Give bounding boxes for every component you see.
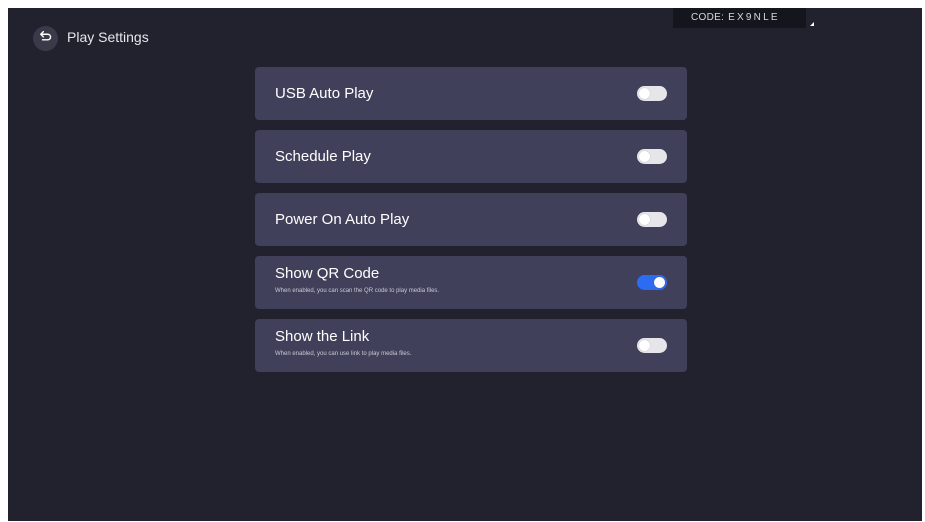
toggle-knob <box>654 277 665 288</box>
show-the-link-toggle[interactable] <box>637 338 667 353</box>
setting-show-the-link[interactable]: Show the Link When enabled, you can use … <box>255 319 687 372</box>
toggle-knob <box>639 340 650 351</box>
setting-description: When enabled, you can use link to play m… <box>275 351 412 357</box>
setting-label: Show QR Code <box>275 265 380 282</box>
power-on-auto-play-toggle[interactable] <box>637 212 667 227</box>
code-value: EX9NLE <box>728 12 780 23</box>
toggle-knob <box>639 151 650 162</box>
setting-description: When enabled, you can scan the QR code t… <box>275 288 440 294</box>
usb-auto-play-toggle[interactable] <box>637 86 667 101</box>
settings-list: USB Auto Play Schedule Play Power On Aut… <box>255 67 687 382</box>
schedule-play-toggle[interactable] <box>637 149 667 164</box>
corner-mark-icon <box>810 22 814 26</box>
back-arrow-icon <box>39 29 53 48</box>
show-qr-code-toggle[interactable] <box>637 275 667 290</box>
setting-label: USB Auto Play <box>275 85 374 102</box>
setting-usb-auto-play[interactable]: USB Auto Play <box>255 67 687 120</box>
setting-show-qr-code[interactable]: Show QR Code When enabled, you can scan … <box>255 256 687 309</box>
setting-label: Show the Link <box>275 328 370 345</box>
code-prefix: CODE: <box>691 12 725 23</box>
setting-label: Power On Auto Play <box>275 211 410 228</box>
code-badge: CODE: EX9NLE <box>673 8 814 28</box>
setting-label: Schedule Play <box>275 148 371 165</box>
setting-schedule-play[interactable]: Schedule Play <box>255 130 687 183</box>
setting-power-on-auto-play[interactable]: Power On Auto Play <box>255 193 687 246</box>
toggle-knob <box>639 88 650 99</box>
play-settings-screen: Play Settings CODE: EX9NLE USB Auto Play … <box>8 8 922 521</box>
back-button[interactable] <box>33 26 58 51</box>
page-title: Play Settings <box>67 29 149 45</box>
toggle-knob <box>639 214 650 225</box>
